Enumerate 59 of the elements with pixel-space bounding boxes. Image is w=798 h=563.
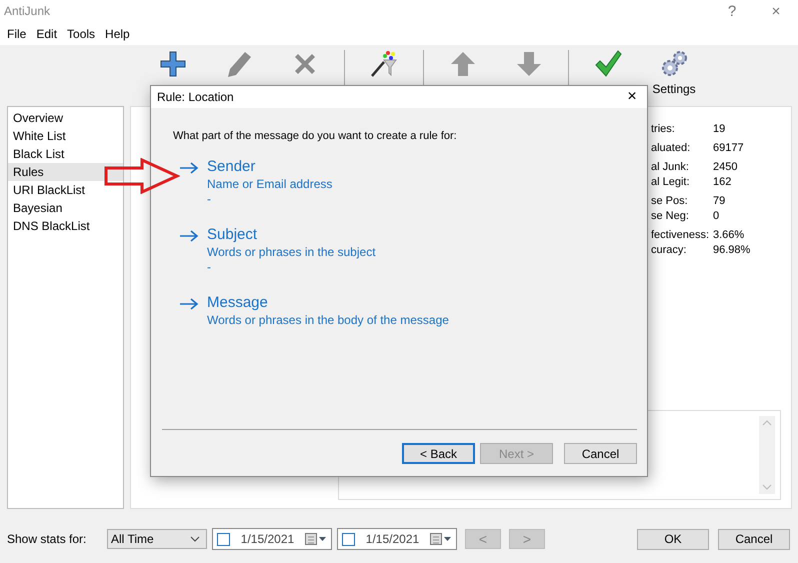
right-arrow-icon [179, 230, 199, 242]
date-picker[interactable]: 1/15/2021 [212, 528, 332, 550]
sidebar-item[interactable]: Overview [8, 109, 123, 127]
window-title: AntiJunk [3, 4, 52, 18]
menu-item[interactable]: File [2, 26, 32, 40]
stat-value: 2450 [713, 161, 738, 173]
stat-label: fectiveness: [651, 229, 710, 241]
sidebar-item[interactable]: Rules [8, 163, 123, 181]
stat-value: 162 [713, 176, 732, 188]
stat-label: curacy: [651, 244, 688, 256]
close-button[interactable]: × [754, 0, 798, 22]
checkmark-icon [594, 50, 622, 78]
cancel-button[interactable]: Cancel [564, 443, 637, 464]
option-link[interactable]: Sender Name or Email address - [179, 158, 647, 206]
stat-value: 3.66% [713, 229, 744, 241]
stat-label: se Neg: [651, 210, 690, 222]
gears-icon [660, 50, 688, 78]
up-arrow-icon [449, 50, 477, 78]
option-link[interactable]: Subject Words or phrases in the subject - [179, 226, 647, 274]
calendar-dropdown-icon [305, 533, 327, 545]
wand-funnel-icon [370, 50, 398, 78]
back-button[interactable]: < Back [402, 443, 475, 464]
option-link[interactable]: Message Words or phrases in the body of the message [179, 294, 647, 328]
stat-value: 0 [713, 210, 720, 222]
range-dropdown[interactable]: All Time [107, 529, 207, 549]
scrollbar[interactable] [759, 416, 775, 494]
chevron-up-icon [762, 420, 772, 426]
prompt-text: What part of the message do you want to create a rule for: [173, 130, 458, 142]
date-picker[interactable]: 1/15/2021 [337, 528, 457, 550]
stat-value: 79 [713, 195, 726, 207]
down-arrow-icon [515, 50, 543, 78]
stat-value: 69177 [713, 142, 744, 154]
right-arrow-icon [179, 298, 199, 310]
show-stats-label: Show stats for: [7, 532, 88, 546]
sidebar-item[interactable]: Bayesian [8, 199, 123, 217]
stat-label: aluated: [651, 142, 692, 154]
stat-value: 19 [713, 123, 726, 135]
sidebar-item[interactable]: White List [8, 127, 123, 145]
pencil-icon [225, 50, 253, 78]
cancel-button[interactable]: Cancel [718, 528, 790, 550]
plus-icon [159, 50, 187, 78]
right-arrow-icon [179, 162, 199, 174]
stat-label: se Pos: [651, 195, 689, 207]
sidebar-item[interactable]: URI BlackList [8, 181, 123, 199]
stat-label: tries: [651, 123, 676, 135]
sidebar-item[interactable]: Black List [8, 145, 123, 163]
calendar-dropdown-icon [430, 533, 452, 545]
help-button[interactable]: ? [710, 0, 754, 22]
menu-item[interactable]: Help [100, 26, 135, 40]
stat-value: 96.98% [713, 244, 750, 256]
stat-label: al Legit: [651, 176, 691, 188]
chevron-down-icon [762, 484, 772, 490]
menu-item[interactable]: Tools [62, 26, 100, 40]
dialog-title: Rule: Location [157, 90, 235, 104]
menu-item[interactable]: Edit [31, 26, 62, 40]
stat-label: al Junk: [651, 161, 690, 173]
sidebar-item[interactable]: DNS BlackList [8, 217, 123, 235]
chevron-down-icon [190, 536, 200, 542]
ok-button[interactable]: OK [637, 528, 709, 550]
